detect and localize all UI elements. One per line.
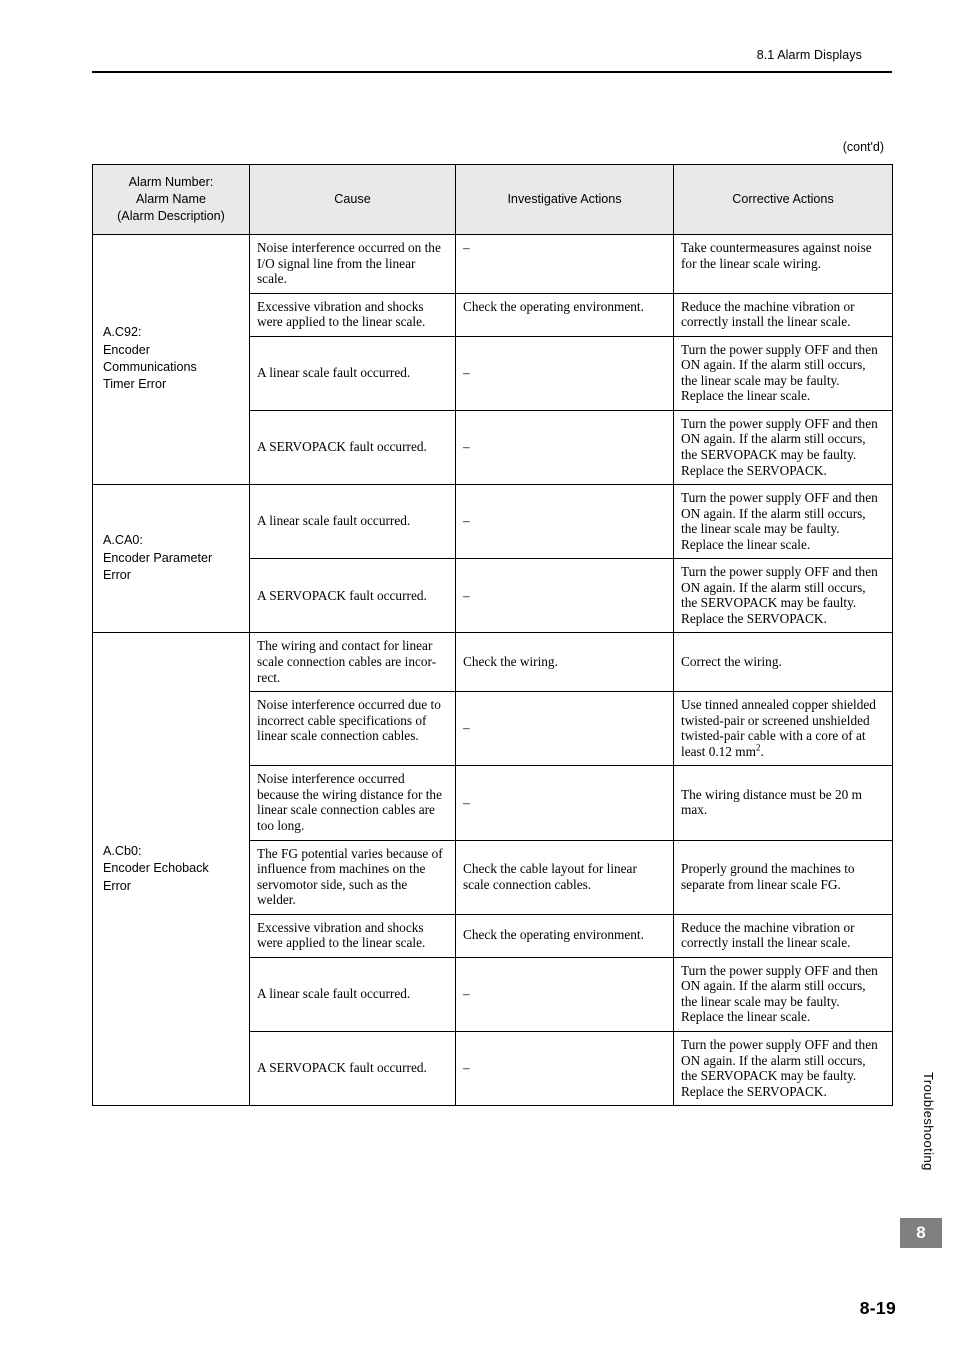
investigative-cell: –: [455, 691, 674, 767]
investigative-cell: –: [455, 234, 674, 294]
alarm-cell: A.Cb0: Encoder Echoback Error: [92, 632, 250, 1107]
continued-label: (cont'd): [842, 140, 884, 154]
table-row: A.Cb0: Encoder Echoback Error The wiring a…: [92, 632, 893, 1107]
cause-cell: Noise interference occurred because the …: [249, 765, 456, 841]
cause-cell: A SERVOPACK fault occurred.: [249, 1030, 456, 1107]
corrective-cell: Take countermeasures against noise for t…: [673, 234, 893, 294]
chapter-badge: 8: [900, 1218, 942, 1248]
cause-cell: A linear scale fault occurred.: [249, 484, 456, 560]
cause-cell: Noise interference occurred on the I/O s…: [249, 234, 456, 294]
column-header-corrective: Corrective Actions: [673, 164, 893, 235]
page-header-section: 8.1 Alarm Displays: [756, 48, 862, 62]
cause-cell: The FG potential varies because of influ…: [249, 839, 456, 915]
alarm-cell: A.C92: Encoder Communications Timer Error: [92, 233, 250, 486]
column-header-investigative: Investigative Actions: [455, 164, 674, 235]
header-rule: [92, 71, 892, 73]
corrective-cell: Turn the power supply OFF and then ON ag…: [673, 409, 893, 486]
table-header-row: Alarm Number: Alarm Name (Alarm Descript…: [92, 164, 893, 235]
corrective-cell: Turn the power supply OFF and then ON ag…: [673, 335, 893, 411]
investigative-cell: Check the wiring.: [455, 632, 674, 693]
cause-cell: A SERVOPACK fault occurred.: [249, 409, 456, 486]
corrective-cell: Properly ground the machines to separate…: [673, 839, 893, 915]
corrective-cell: Turn the power supply OFF and then ON ag…: [673, 1030, 893, 1107]
investigative-cell: –: [455, 335, 674, 411]
column-header-alarm-line2: Alarm Name: [136, 192, 206, 206]
corrective-cell: The wiring distance must be 20 m max.: [673, 765, 893, 841]
corrective-cell: Turn the power supply OFF and then ON ag…: [673, 558, 893, 634]
column-header-alarm: Alarm Number: Alarm Name (Alarm Descript…: [92, 164, 250, 235]
investigative-cell: –: [455, 956, 674, 1032]
investigative-cell: Check the operating environment.: [455, 913, 674, 958]
table-row: A.C92: Encoder Communications Timer Error N…: [92, 233, 893, 486]
table-row: A.CA0: Encoder Parameter Error A linear sc…: [92, 484, 893, 634]
corrective-cell: Reduce the machine vibration or correctl…: [673, 292, 893, 337]
column-header-cause: Cause: [249, 164, 456, 235]
cause-cell: A linear scale fault occurred.: [249, 335, 456, 411]
column-header-alarm-line3: (Alarm Description): [117, 209, 225, 223]
side-tab-label: Troubleshooting: [921, 1072, 936, 1171]
corrective-text-end: .: [760, 743, 764, 759]
cause-cell: A SERVOPACK fault occurred.: [249, 558, 456, 634]
table-header: Alarm Number: Alarm Name (Alarm Descript…: [92, 164, 893, 235]
corrective-cell: Turn the power supply OFF and then ON ag…: [673, 956, 893, 1032]
corrective-cell: Use tinned annealed copper shielded twis…: [673, 691, 893, 767]
alarm-table: Alarm Number: Alarm Name (Alarm Descript…: [92, 164, 893, 1107]
cause-cell: Excessive vibration and shocks were appl…: [249, 292, 456, 337]
investigative-cell: –: [455, 558, 674, 634]
corrective-cell: Reduce the machine vibration or correctl…: [673, 913, 893, 958]
cause-cell: Noise interference occurred due to incor…: [249, 691, 456, 767]
corrective-text: Use tinned annealed copper shielded twis…: [681, 697, 876, 759]
page-number: 8-19: [859, 1298, 896, 1318]
corrective-cell: Correct the wiring.: [673, 632, 893, 693]
investigative-cell: –: [455, 409, 674, 486]
cause-cell: The wiring and contact for linear scale …: [249, 632, 456, 693]
alarm-cell: A.CA0: Encoder Parameter Error: [92, 484, 250, 634]
investigative-cell: Check the cable layout for linear scale …: [455, 839, 674, 915]
document-page: 8.1 Alarm Displays (cont'd) Alarm Number…: [0, 0, 954, 1350]
investigative-cell: Check the operating environment.: [455, 292, 674, 337]
table-body: A.C92: Encoder Communications Timer Error N…: [92, 233, 893, 1107]
investigative-cell: –: [455, 765, 674, 841]
cause-cell: Excessive vibration and shocks were appl…: [249, 913, 456, 958]
cause-cell: A linear scale fault occurred.: [249, 956, 456, 1032]
investigative-cell: –: [455, 484, 674, 560]
column-header-alarm-line1: Alarm Number:: [128, 175, 214, 189]
corrective-cell: Turn the power supply OFF and then ON ag…: [673, 484, 893, 560]
investigative-cell: –: [455, 1030, 674, 1107]
